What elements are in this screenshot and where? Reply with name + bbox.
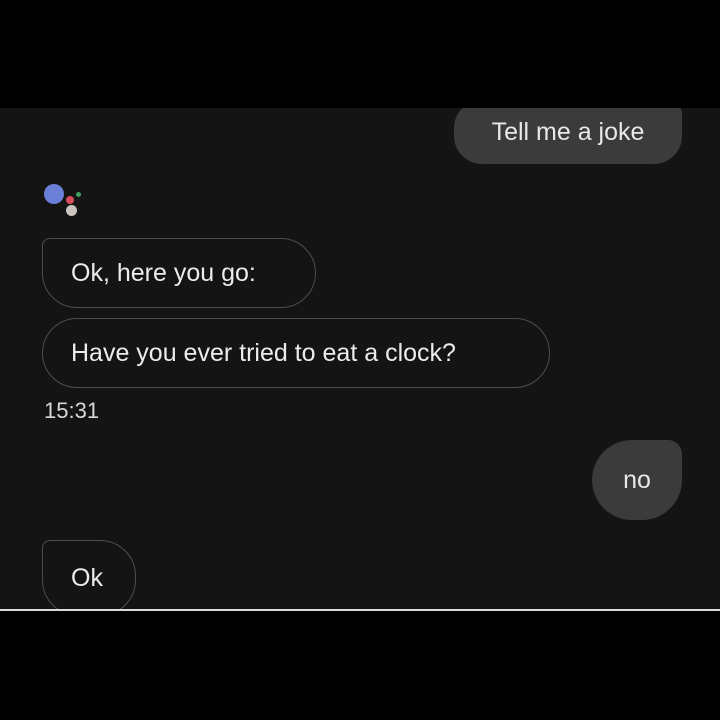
assistant-message-bubble: Ok xyxy=(42,540,136,610)
red-dot xyxy=(66,196,74,204)
yellow-dot xyxy=(66,205,77,216)
message-text: Tell me a joke xyxy=(491,117,645,146)
message-text: no xyxy=(623,465,651,494)
green-dot xyxy=(76,192,81,197)
message-text: Ok, here you go: xyxy=(71,258,256,287)
assistant-message-bubble: Have you ever tried to eat a clock? xyxy=(42,318,550,388)
chat-screen: Tell me a joke Ok, here you go: Have you… xyxy=(0,108,720,610)
assistant-message-bubble: Ok, here you go: xyxy=(42,238,316,308)
user-message-bubble: Tell me a joke xyxy=(454,108,682,164)
blue-dot xyxy=(44,184,64,204)
google-assistant-icon xyxy=(40,182,86,222)
user-message-bubble: no xyxy=(592,440,682,520)
message-text: Ok xyxy=(71,563,103,592)
message-timestamp: 15:31 xyxy=(44,398,100,423)
message-text: Have you ever tried to eat a clock? xyxy=(71,338,456,367)
divider-line xyxy=(0,609,720,611)
